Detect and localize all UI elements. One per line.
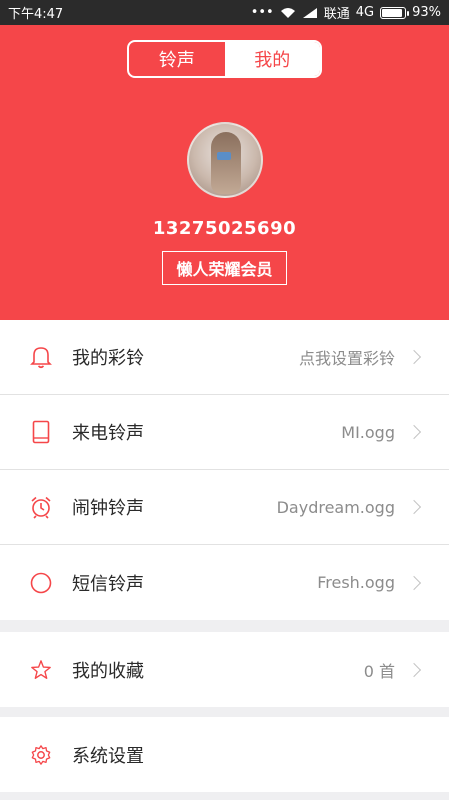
row-label: 我的彩铃 [72,348,144,369]
alarm-clock-icon [28,494,54,520]
status-time: 下午4:47 [8,7,64,22]
battery-icon [380,6,410,19]
row-incoming-ringtone[interactable]: 来电铃声 MI.ogg [0,395,449,470]
row-label: 短信铃声 [72,573,144,595]
more-dots-icon: ••• [250,5,274,20]
circle-icon [28,570,54,596]
row-system-settings[interactable]: 系统设置 [0,717,449,792]
tab-mine[interactable]: 我的 [224,42,320,76]
status-carrier: 联通 [323,7,350,22]
row-label: 闹钟铃声 [72,498,144,519]
signal-icon [302,7,317,18]
row-label: 系统设置 [72,745,144,767]
settings-group: 系统设置 [0,717,449,792]
chevron-right-icon [406,424,422,440]
status-battery: 93% [412,5,441,20]
row-value: 0 首 [363,661,395,681]
status-indicators: ••• 联通 4G 93% [251,3,441,22]
chevron-right-icon [406,349,422,365]
tab-ringtones[interactable]: 铃声 [129,42,225,76]
member-badge[interactable]: 懒人荣耀会员 [162,251,287,285]
row-value: MI.ogg [341,422,395,442]
status-bar: 下午4:47 ••• 联通 4G 93% [0,0,449,25]
ringtone-list: 我的彩铃 点我设置彩铃 来电铃声 MI.ogg 闹钟铃声 Daydream.og… [0,320,449,620]
row-label: 我的收藏 [72,660,144,682]
tab-switcher: 铃声 我的 [127,40,322,78]
status-network: 4G [355,5,375,20]
row-value: 点我设置彩铃 [298,349,395,368]
row-sms-ringtone[interactable]: 短信铃声 Fresh.ogg [0,545,449,620]
star-icon [28,657,54,683]
phone-icon [28,419,54,445]
row-alarm-ringtone[interactable]: 闹钟铃声 Daydream.ogg [0,470,449,545]
row-favorites[interactable]: 我的收藏 0 首 [0,632,449,707]
row-value: Fresh.ogg [317,573,395,592]
avatar[interactable] [187,122,263,198]
row-my-crbt[interactable]: 我的彩铃 点我设置彩铃 [0,320,449,395]
chevron-right-icon [406,575,422,590]
user-phone: 13275025690 [152,218,297,239]
favorites-group: 我的收藏 0 首 [0,632,449,707]
gear-icon [28,742,54,768]
chevron-right-icon [406,662,422,677]
row-label: 来电铃声 [72,423,144,444]
wifi-icon [280,7,295,18]
profile-header: 铃声 我的 13275025690 懒人荣耀会员 [0,25,449,320]
row-value: Daydream.ogg [276,497,395,517]
chevron-right-icon [406,499,422,515]
bell-icon [28,344,54,370]
